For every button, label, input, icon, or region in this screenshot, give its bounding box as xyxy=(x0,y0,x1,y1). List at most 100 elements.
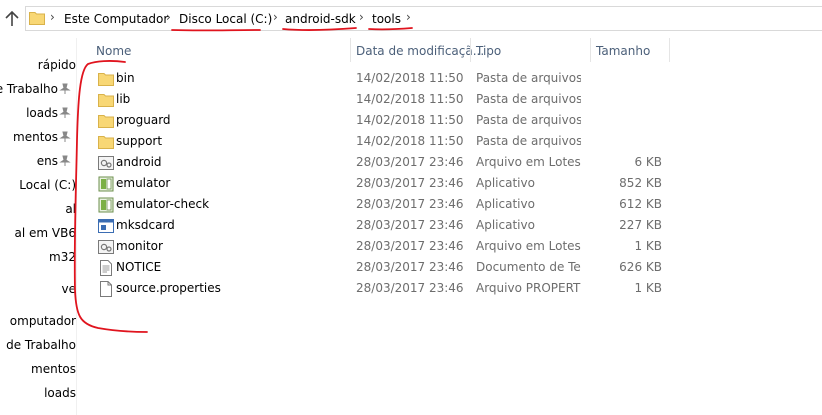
file-type: Aplicativo xyxy=(476,197,535,211)
nav-item-area-de-trabalho[interactable]: de Trabalho xyxy=(0,336,76,356)
file-date-modified: 14/02/2018 11:50 xyxy=(356,92,464,106)
file-type: Arquivo em Lotes ... xyxy=(476,239,581,253)
file-size: 852 KB xyxy=(619,176,662,190)
column-divider[interactable] xyxy=(590,38,591,62)
file-date-modified: 28/03/2017 23:46 xyxy=(356,281,464,295)
file-name: emulator-check xyxy=(116,197,210,211)
nav-item-label: mentos xyxy=(13,130,58,144)
nav-item-label: de Trabalho xyxy=(6,338,76,352)
file-type: Aplicativo xyxy=(476,176,535,190)
chevron-right-icon[interactable]: › xyxy=(406,10,411,24)
file-row[interactable]: emulator-check 28/03/2017 23:46 Aplicativo… xyxy=(88,194,678,215)
file-row[interactable]: source.properties 28/03/2017 23:46 Arquivo… xyxy=(88,278,678,299)
file-size: 6 KB xyxy=(634,155,662,169)
file-type: Arquivo PROPERTI... xyxy=(476,281,581,295)
nav-item-onedrive[interactable]: ve xyxy=(0,280,76,300)
file-name: lib xyxy=(116,92,131,106)
file-type: Arquivo em Lotes ... xyxy=(476,155,581,169)
nav-item-imagens[interactable]: ens xyxy=(0,152,76,172)
column-divider[interactable] xyxy=(669,38,670,62)
pin-icon xyxy=(59,107,71,118)
nav-item-label: ve xyxy=(61,282,76,296)
file-row[interactable]: proguard 14/02/2018 11:50 Pasta de arquivo… xyxy=(88,110,678,131)
nav-item-label: Local (C:) xyxy=(19,178,76,192)
file-row[interactable]: monitor 28/03/2017 23:46 Arquivo em Lotes … xyxy=(88,236,678,257)
up-arrow-icon[interactable] xyxy=(4,10,20,28)
file-date-modified: 28/03/2017 23:46 xyxy=(356,218,464,232)
nav-item-label: m32 xyxy=(49,250,76,264)
file-type: Documento de Te... xyxy=(476,260,581,274)
file-row[interactable]: lib 14/02/2018 11:50 Pasta de arquivos xyxy=(88,89,678,110)
file-row[interactable]: bin 14/02/2018 11:50 Pasta de arquivos xyxy=(88,68,678,89)
file-row[interactable]: android 28/03/2017 23:46 Arquivo em Lotes … xyxy=(88,152,678,173)
nav-item-downloads[interactable]: loads xyxy=(0,104,76,124)
chevron-right-icon[interactable]: › xyxy=(359,10,364,24)
column-header-size[interactable]: Tamanho xyxy=(596,44,650,68)
nav-item-documentos[interactable]: mentos xyxy=(0,360,76,380)
file-row[interactable]: support 14/02/2018 11:50 Pasta de arquivos xyxy=(88,131,678,152)
file-type: Aplicativo xyxy=(476,218,535,232)
pin-icon xyxy=(59,83,71,94)
nav-item-folder[interactable]: al xyxy=(0,200,76,220)
folder-icon xyxy=(29,12,45,25)
nav-item-label: mentos xyxy=(31,362,76,376)
file-date-modified: 28/03/2017 23:46 xyxy=(356,176,464,190)
file-name: monitor xyxy=(116,239,163,253)
chevron-right-icon[interactable]: › xyxy=(50,10,55,24)
file-date-modified: 28/03/2017 23:46 xyxy=(356,155,464,169)
nav-item-label: al xyxy=(65,202,76,216)
breadcrumb-tools[interactable]: tools xyxy=(372,12,401,26)
nav-item-label: omputador xyxy=(9,314,76,328)
file-name: NOTICE xyxy=(116,260,162,274)
breadcrumb-disco-local[interactable]: Disco Local (C:) xyxy=(179,12,272,26)
breadcrumb-este-computador[interactable]: Este Computador xyxy=(64,12,168,26)
file-row[interactable]: emulator 28/03/2017 23:46 Aplicativo 852 KB xyxy=(88,173,678,194)
nav-item-este-computador[interactable]: omputador xyxy=(0,312,76,332)
chevron-right-icon[interactable]: › xyxy=(166,10,171,24)
file-date-modified: 28/03/2017 23:46 xyxy=(356,260,464,274)
navigation-pane: rápido de Trabalho loads mentos ens Loca… xyxy=(0,38,77,415)
nav-item-label: ens xyxy=(36,154,58,168)
nav-item-label: al em VB6 xyxy=(14,226,76,240)
nav-item-label: loads xyxy=(44,386,76,400)
chevron-right-icon[interactable]: › xyxy=(273,10,278,24)
file-date-modified: 14/02/2018 11:50 xyxy=(356,71,464,85)
nav-item-label: de Trabalho xyxy=(0,82,58,96)
file-name: emulator xyxy=(116,176,171,190)
nav-item-folder[interactable]: m32 xyxy=(0,248,76,268)
file-date-modified: 28/03/2017 23:46 xyxy=(356,197,464,211)
nav-item-label: loads xyxy=(26,106,58,120)
file-row[interactable]: NOTICE 28/03/2017 23:46 Documento de Te...… xyxy=(88,257,678,278)
file-name: mksdcard xyxy=(116,218,175,232)
file-name: bin xyxy=(116,71,135,85)
nav-item-downloads[interactable]: loads xyxy=(0,384,76,404)
pin-icon xyxy=(59,131,71,142)
nav-item-folder[interactable]: al em VB6 xyxy=(0,224,76,244)
column-divider[interactable] xyxy=(470,38,471,62)
column-header-type[interactable]: Tipo xyxy=(476,44,501,68)
file-row[interactable]: mksdcard 28/03/2017 23:46 Aplicativo 227 KB xyxy=(88,215,678,236)
file-date-modified: 28/03/2017 23:46 xyxy=(356,239,464,253)
file-size: 626 KB xyxy=(619,260,662,274)
file-size: 612 KB xyxy=(619,197,662,211)
nav-item-acesso-rapido[interactable]: rápido xyxy=(0,56,76,76)
column-header-date[interactable]: Data de modificaçã... xyxy=(356,44,484,68)
file-type: Pasta de arquivos xyxy=(476,92,581,106)
file-name: proguard xyxy=(116,113,171,127)
file-name: source.properties xyxy=(116,281,221,295)
file-size: 1 KB xyxy=(634,239,662,253)
nav-item-area-de-trabalho[interactable]: de Trabalho xyxy=(0,80,76,100)
file-size: 227 KB xyxy=(619,218,662,232)
file-name: android xyxy=(116,155,162,169)
address-bar[interactable]: › Este Computador › Disco Local (C:) › a… xyxy=(25,6,822,31)
breadcrumb-android-sdk[interactable]: android-sdk xyxy=(285,12,356,26)
column-header-name[interactable]: Nome xyxy=(96,44,131,68)
column-divider[interactable] xyxy=(350,38,351,62)
file-type: Pasta de arquivos xyxy=(476,71,581,85)
address-toolbar: › Este Computador › Disco Local (C:) › a… xyxy=(0,0,822,38)
file-type: Pasta de arquivos xyxy=(476,113,581,127)
nav-item-documentos[interactable]: mentos xyxy=(0,128,76,148)
pin-icon xyxy=(59,155,71,166)
nav-item-label: rápido xyxy=(37,58,76,72)
nav-item-disco-local[interactable]: Local (C:) xyxy=(0,176,76,196)
